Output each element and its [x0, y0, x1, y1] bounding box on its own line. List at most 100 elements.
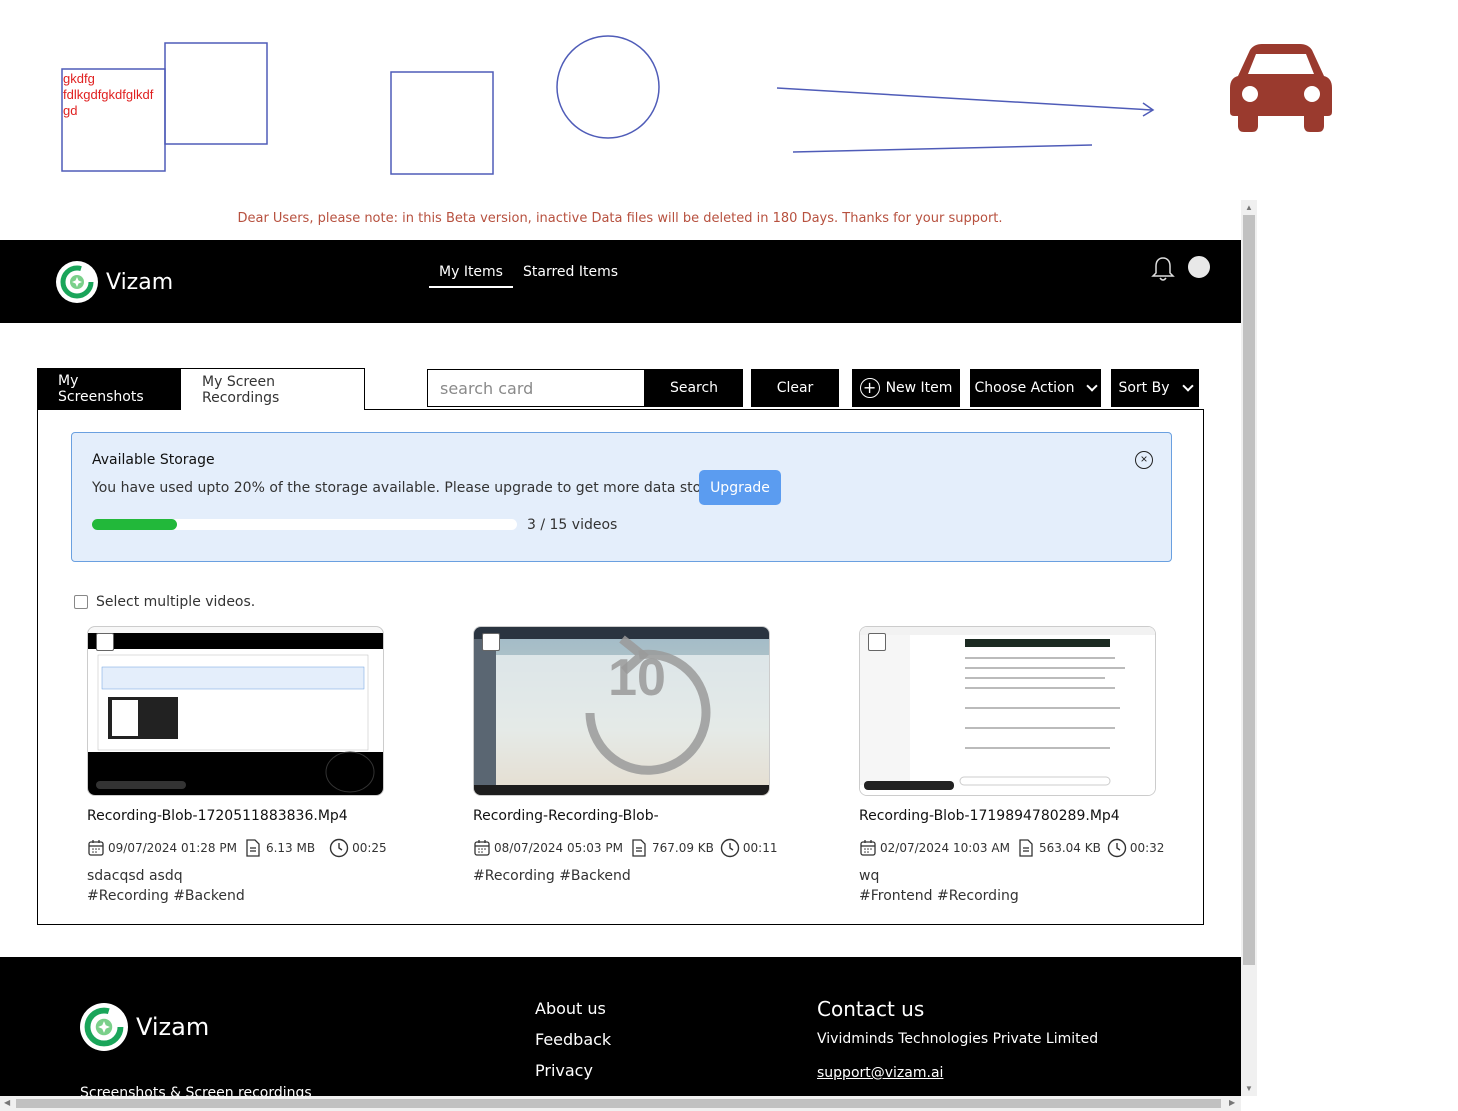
recording-tags: #Frontend #Recording [859, 888, 1019, 904]
scroll-up-icon[interactable]: ▲ [1245, 203, 1253, 212]
footer-logo[interactable]: Vizam [80, 1003, 209, 1051]
calendar-icon [860, 840, 876, 856]
nav-starred-items[interactable]: Starred Items [513, 264, 628, 288]
replay-10-icon: 10 [585, 635, 711, 775]
recording-size: 563.04 KB [1038, 841, 1101, 855]
recording-description: wq [859, 868, 880, 884]
header-logo[interactable]: Vizam [56, 261, 173, 303]
app-header: Vizam My Items Starred Items [0, 240, 1241, 323]
calendar-icon [88, 840, 104, 856]
recording-tabs: My Screenshots My Screen Recordings [37, 368, 365, 410]
clock-icon [329, 838, 349, 858]
recording-card[interactable]: Recording-Blob-1719894780289.Mp4 02/07/2… [859, 626, 1164, 904]
vizam-logo-icon [80, 1003, 128, 1051]
annotation-line [792, 144, 1093, 153]
recording-size: 6.13 MB [265, 841, 316, 855]
brand-name: Vizam [106, 269, 174, 295]
recording-meta: 09/07/2024 01:28 PM 6.13 MB 00:25 [87, 838, 387, 858]
annotation-text-line: gkdfg [63, 71, 95, 86]
recording-name[interactable]: Recording-Blob-1720511883836.Mp4 [87, 808, 384, 824]
recording-size: 767.09 KB [651, 841, 714, 855]
footer-links: About us Feedback Privacy [535, 999, 611, 1092]
scroll-down-icon[interactable]: ▼ [1245, 1084, 1253, 1093]
replay-overlay-label: 10 [608, 649, 666, 707]
tab-my-screen-recordings[interactable]: My Screen Recordings [180, 368, 365, 410]
recording-name[interactable]: Recording-Blob-1719894780289.Mp4 [859, 808, 1156, 824]
sort-by-dropdown[interactable]: Sort By [1111, 369, 1199, 407]
recording-tags: #Recording #Backend [87, 888, 245, 904]
card-select-checkbox[interactable] [868, 633, 886, 651]
vertical-scrollbar[interactable]: ▲ ▼ [1241, 200, 1257, 1096]
clock-icon [720, 838, 740, 858]
card-select-checkbox[interactable] [482, 633, 500, 651]
file-size-icon [246, 839, 260, 857]
recordings-panel: Available Storage You have used upto 20%… [37, 409, 1204, 925]
file-size-icon [632, 839, 646, 857]
tab-my-screenshots[interactable]: My Screenshots [37, 368, 180, 410]
annotation-text-line: fdlkgdfgkdfglkdf [63, 87, 154, 102]
choose-action-label: Choose Action [974, 380, 1075, 396]
company-name: Vividminds Technologies Private Limited [817, 1031, 1099, 1047]
scroll-left-icon[interactable]: ◀ [4, 1098, 10, 1107]
recording-date: 08/07/2024 05:03 PM [494, 841, 623, 855]
storage-count: 3 / 15 videos [527, 517, 618, 533]
recording-meta: 08/07/2024 05:03 PM 767.09 KB 00:11 [473, 838, 777, 858]
recording-thumbnail[interactable] [87, 626, 384, 796]
recording-duration: 00:32 [1129, 841, 1165, 855]
recording-card[interactable]: Recording-Blob-1720511883836.Mp4 09/07/2… [87, 626, 387, 904]
recording-duration: 00:25 [352, 841, 387, 855]
storage-banner: Available Storage You have used upto 20%… [71, 432, 1172, 562]
contact-heading: Contact us [817, 997, 925, 1021]
recording-name[interactable]: Recording-Recording-Blob- [473, 808, 770, 824]
card-select-checkbox[interactable] [96, 633, 114, 651]
annotation-text-line: gd [63, 103, 78, 118]
horizontal-scroll-thumb[interactable] [16, 1099, 1221, 1108]
thumbnail-preview [88, 627, 383, 795]
recording-tags: #Recording #Backend [473, 868, 631, 884]
annotation-rect-3 [390, 71, 494, 175]
recording-thumbnail[interactable]: 10 [473, 626, 770, 796]
beta-notice: Dear Users, please note: in this Beta ve… [237, 211, 1003, 226]
footer-link-about[interactable]: About us [535, 999, 611, 1018]
storage-title: Available Storage [92, 452, 215, 468]
annotation-circle [556, 35, 660, 139]
chevron-down-icon [1181, 380, 1194, 392]
upgrade-button[interactable]: Upgrade [699, 470, 781, 505]
select-multiple-label: Select multiple videos. [96, 594, 256, 610]
footer-link-privacy[interactable]: Privacy [535, 1061, 611, 1080]
vertical-scroll-thumb[interactable] [1243, 215, 1255, 965]
nav-my-items[interactable]: My Items [429, 264, 513, 288]
support-email-link[interactable]: support@vizam.ai [817, 1065, 1098, 1081]
vizam-logo-icon [56, 261, 98, 303]
clock-icon [1107, 838, 1127, 858]
file-size-icon [1019, 839, 1033, 857]
close-icon[interactable]: × [1135, 451, 1153, 469]
new-item-button[interactable]: + New Item [852, 369, 960, 407]
footer-contact: Contact us Vividminds Technologies Priva… [817, 997, 1098, 1081]
footer-brand-name: Vizam [136, 1013, 210, 1041]
recording-card[interactable]: 10 Recording-Recording-Blob- 08/07/2024 … [473, 626, 777, 884]
storage-message: You have used upto 20% of the storage av… [92, 480, 738, 496]
search-input[interactable] [427, 369, 645, 407]
clear-button[interactable]: Clear [751, 369, 839, 407]
storage-progress-bar [92, 519, 517, 530]
storage-progress-fill [92, 519, 177, 530]
plus-icon: + [859, 378, 880, 398]
recording-meta: 02/07/2024 10:03 AM 563.04 KB 00:32 [859, 838, 1164, 858]
car-icon [1230, 44, 1332, 132]
bell-icon[interactable] [1151, 255, 1175, 283]
search-button[interactable]: Search [645, 369, 743, 407]
annotation-arrow [776, 87, 1153, 111]
scroll-right-icon[interactable]: ▶ [1229, 1098, 1235, 1107]
avatar[interactable] [1186, 254, 1212, 280]
sort-by-label: Sort By [1118, 380, 1170, 396]
thumbnail-preview [860, 627, 1155, 795]
footer-link-feedback[interactable]: Feedback [535, 1030, 611, 1049]
calendar-icon [474, 840, 490, 856]
main-nav: My Items Starred Items [429, 264, 628, 288]
select-multiple[interactable]: Select multiple videos. [74, 594, 255, 610]
select-multiple-checkbox[interactable] [74, 595, 88, 609]
choose-action-dropdown[interactable]: Choose Action [970, 369, 1101, 407]
horizontal-scrollbar[interactable]: ◀ ▶ [0, 1096, 1241, 1111]
recording-thumbnail[interactable] [859, 626, 1156, 796]
